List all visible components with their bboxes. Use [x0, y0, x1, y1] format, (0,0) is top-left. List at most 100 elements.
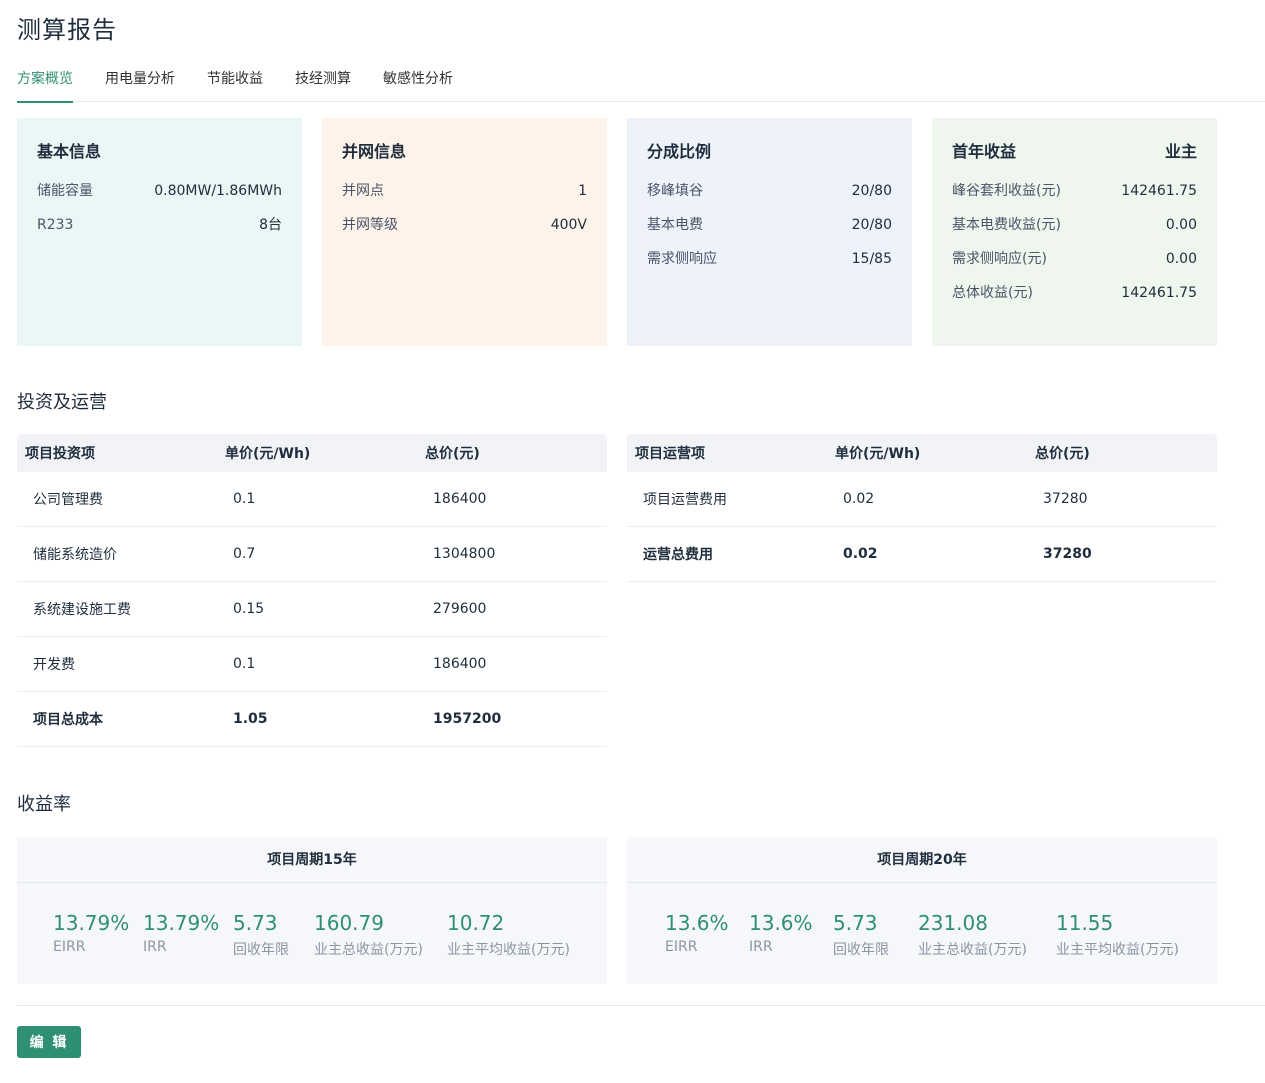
row-key: R233 [37, 217, 74, 233]
cell: 开发费 [33, 657, 75, 673]
cell: 37280 [1043, 546, 1092, 562]
card-row: R233 8台 [37, 216, 282, 250]
table-header: 项目运营项 单价(元/Wh) 总价(元) [627, 434, 1217, 472]
card-row: 基本电费收益(元) 0.00 [952, 216, 1197, 250]
table-row: 项目运营费用 0.02 37280 [627, 472, 1217, 527]
row-value: 0.00 [1165, 217, 1197, 233]
page-title: 测算报告 [17, 16, 117, 44]
row-key: 基本电费收益(元) [952, 217, 1061, 233]
row-value: 1 [578, 183, 587, 199]
metric-value: 13.79% [143, 911, 220, 935]
card-row: 总体收益(元) 142461.75 [952, 284, 1197, 318]
cell: 0.15 [233, 601, 265, 617]
card-row: 储能容量 0.80MW/1.86MWh [37, 182, 282, 216]
row-key: 需求侧响应(元) [952, 251, 1047, 267]
cell: 279600 [433, 601, 487, 617]
metric-value: 160.79 [314, 911, 384, 935]
basic-info-card: 基本信息 储能容量 0.80MW/1.86MWh R233 8台 [17, 118, 302, 346]
table-row: 开发费 0.1 186400 [17, 637, 607, 692]
card-title: 并网信息 [342, 142, 407, 161]
metric-payback: 5.73 回收年限 [233, 911, 289, 959]
cell: 186400 [433, 656, 487, 672]
row-value: 0.80MW/1.86MWh [154, 183, 282, 199]
footer-divider [17, 1005, 1265, 1006]
cell: 1304800 [433, 546, 496, 562]
metric-label: 业主总收益(万元) [314, 942, 423, 958]
row-value: 0.00 [1165, 251, 1197, 267]
row-key: 基本电费 [647, 217, 703, 233]
metric-label: 回收年限 [833, 942, 889, 958]
table-total-row: 运营总费用 0.02 37280 [627, 527, 1217, 582]
edit-button[interactable]: 编 辑 [17, 1026, 81, 1058]
metric-label: EIRR [53, 939, 86, 955]
card-row: 移峰填谷 20/80 [647, 182, 892, 216]
row-value: 142461.75 [1121, 285, 1197, 301]
metric-label: EIRR [665, 939, 698, 955]
cell: 项目总成本 [33, 712, 103, 728]
row-value: 15/85 [851, 251, 892, 267]
table-header: 项目投资项 单价(元/Wh) 总价(元) [17, 434, 607, 472]
metric-label: 回收年限 [233, 942, 289, 958]
share-ratio-card: 分成比例 移峰填谷 20/80 基本电费 20/80 需求侧响应 15/85 [627, 118, 912, 346]
row-key: 总体收益(元) [952, 285, 1033, 301]
tab-energy-saving[interactable]: 节能收益 [207, 64, 263, 102]
yield-panel-title: 项目周期15年 [17, 837, 607, 883]
metric-value: 231.08 [918, 911, 988, 935]
investment-table: 项目投资项 单价(元/Wh) 总价(元) 公司管理费 0.1 186400 储能… [17, 434, 607, 747]
row-value: 20/80 [851, 217, 892, 233]
metric-value: 11.55 [1056, 911, 1114, 935]
header-cell: 单价(元/Wh) [835, 446, 921, 462]
metric-label: IRR [143, 939, 167, 955]
metric-payback: 5.73 回收年限 [833, 911, 889, 959]
metric-label: IRR [749, 939, 773, 955]
card-row: 峰谷套利收益(元) 142461.75 [952, 182, 1197, 216]
metric-label: 业主平均收益(万元) [447, 942, 570, 958]
row-key: 需求侧响应 [647, 251, 717, 267]
card-title: 分成比例 [647, 142, 712, 161]
tab-overview[interactable]: 方案概览 [17, 64, 73, 103]
metric-owner-total: 160.79 业主总收益(万元) [314, 911, 423, 959]
metric-owner-avg: 11.55 业主平均收益(万元) [1056, 911, 1179, 959]
owner-label: 业主 [1164, 142, 1197, 161]
metric-value: 13.79% [53, 911, 130, 935]
cell: 0.1 [233, 656, 256, 672]
metric-value: 5.73 [233, 911, 278, 935]
table-row: 系统建设施工费 0.15 279600 [17, 582, 607, 637]
invest-section-title: 投资及运营 [17, 392, 107, 413]
tab-power-usage[interactable]: 用电量分析 [105, 64, 175, 102]
row-key: 峰谷套利收益(元) [952, 183, 1061, 199]
metric-value: 10.72 [447, 911, 505, 935]
table-row: 公司管理费 0.1 186400 [17, 472, 607, 527]
cell: 系统建设施工费 [33, 602, 131, 618]
row-value: 142461.75 [1121, 183, 1197, 199]
header-cell: 项目投资项 [25, 446, 95, 462]
metric-value: 13.6% [749, 911, 813, 935]
metric-owner-total: 231.08 业主总收益(万元) [918, 911, 1027, 959]
header-cell: 项目运营项 [635, 446, 705, 462]
header-cell: 总价(元) [425, 446, 480, 462]
cell: 运营总费用 [643, 547, 713, 563]
cell: 0.7 [233, 546, 256, 562]
row-key: 并网点 [342, 183, 384, 199]
row-key: 移峰填谷 [647, 183, 703, 199]
header-cell: 总价(元) [1035, 446, 1090, 462]
cell: 公司管理费 [33, 492, 103, 508]
card-title: 基本信息 [37, 142, 102, 161]
card-row: 并网点 1 [342, 182, 587, 216]
tab-sensitivity[interactable]: 敏感性分析 [383, 64, 453, 102]
tab-bar: 方案概览 用电量分析 节能收益 技经测算 敏感性分析 [17, 64, 1265, 103]
operations-table: 项目运营项 单价(元/Wh) 总价(元) 项目运营费用 0.02 37280 运… [627, 434, 1217, 582]
cell: 0.02 [843, 491, 875, 507]
metric-irr: 13.6% IRR [749, 911, 813, 955]
cell: 186400 [433, 491, 487, 507]
metric-eirr: 13.6% EIRR [665, 911, 729, 955]
yield-panel-20y: 项目周期20年 13.6% EIRR 13.6% IRR 5.73 回收年限 2… [627, 837, 1217, 984]
cell: 项目运营费用 [643, 492, 727, 508]
cell: 0.1 [233, 491, 256, 507]
card-title: 首年收益 [952, 142, 1017, 161]
tab-tech-econ[interactable]: 技经测算 [295, 64, 351, 102]
metric-owner-avg: 10.72 业主平均收益(万元) [447, 911, 570, 959]
cell: 储能系统造价 [33, 547, 117, 563]
yield-panel-15y: 项目周期15年 13.79% EIRR 13.79% IRR 5.73 回收年限… [17, 837, 607, 984]
yield-section-title: 收益率 [17, 794, 71, 815]
